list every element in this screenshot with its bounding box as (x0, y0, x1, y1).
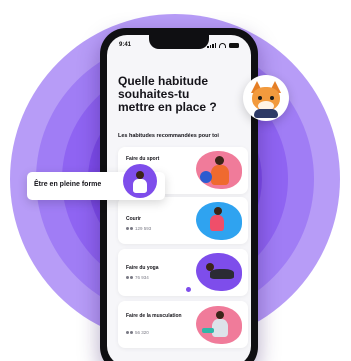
habit-count-value: 129 593 (135, 226, 152, 231)
habit-count-value: 76 934 (135, 275, 149, 280)
habit-illustration (196, 306, 242, 344)
fox-eye (258, 96, 262, 100)
status-icons (207, 42, 239, 48)
users-icon (126, 330, 133, 335)
person-head (214, 207, 222, 215)
person-torso (210, 215, 224, 231)
habit-count-value: 56 320 (135, 330, 149, 335)
goal-chip-label: Être en pleine forme (34, 181, 102, 188)
fox-suit (254, 109, 278, 118)
person-head (215, 156, 224, 165)
fox-mascot-avatar (243, 75, 289, 121)
habit-user-count: 76 934 (126, 275, 149, 280)
wifi-icon (219, 42, 226, 48)
status-bar: 9:41 (119, 39, 239, 51)
habit-title: Courir (126, 216, 141, 222)
page-title: Quelle habitude souhaites-tu mettre en p… (118, 74, 217, 114)
dumbbell-icon (202, 328, 214, 333)
person-torso (210, 269, 234, 279)
habit-card-musculation[interactable]: Faire de la musculation 56 320 (118, 301, 248, 348)
users-icon (126, 226, 133, 231)
habit-user-count: 56 320 (126, 330, 149, 335)
status-time: 9:41 (119, 42, 132, 48)
habit-title: Faire du sport (126, 156, 160, 162)
boxing-glove-icon (200, 171, 212, 183)
fox-eye (270, 96, 274, 100)
person-torso (211, 165, 229, 185)
person-torso (133, 179, 147, 193)
battery-icon (229, 42, 239, 48)
habit-card-yoga[interactable]: Faire du yoga 76 934 (118, 249, 248, 296)
person-head (136, 171, 144, 179)
habit-title: Faire du yoga (126, 265, 159, 271)
decorative-dot (186, 287, 191, 292)
person-torso (212, 319, 228, 337)
habit-illustration (196, 202, 242, 240)
habit-title: Faire de la musculation (126, 313, 182, 319)
goal-illustration (123, 164, 157, 198)
habit-user-count: 129 593 (126, 226, 151, 231)
goal-chip[interactable]: Être en pleine forme (27, 164, 165, 200)
signal-icon (207, 42, 216, 48)
habit-illustration (196, 253, 242, 291)
habit-illustration (196, 151, 242, 189)
habit-card-courir[interactable]: Courir 129 593 (118, 197, 248, 244)
person-head (216, 311, 224, 319)
users-icon (126, 275, 133, 280)
section-label: Les habitudes recommandées pour toi (118, 133, 219, 139)
